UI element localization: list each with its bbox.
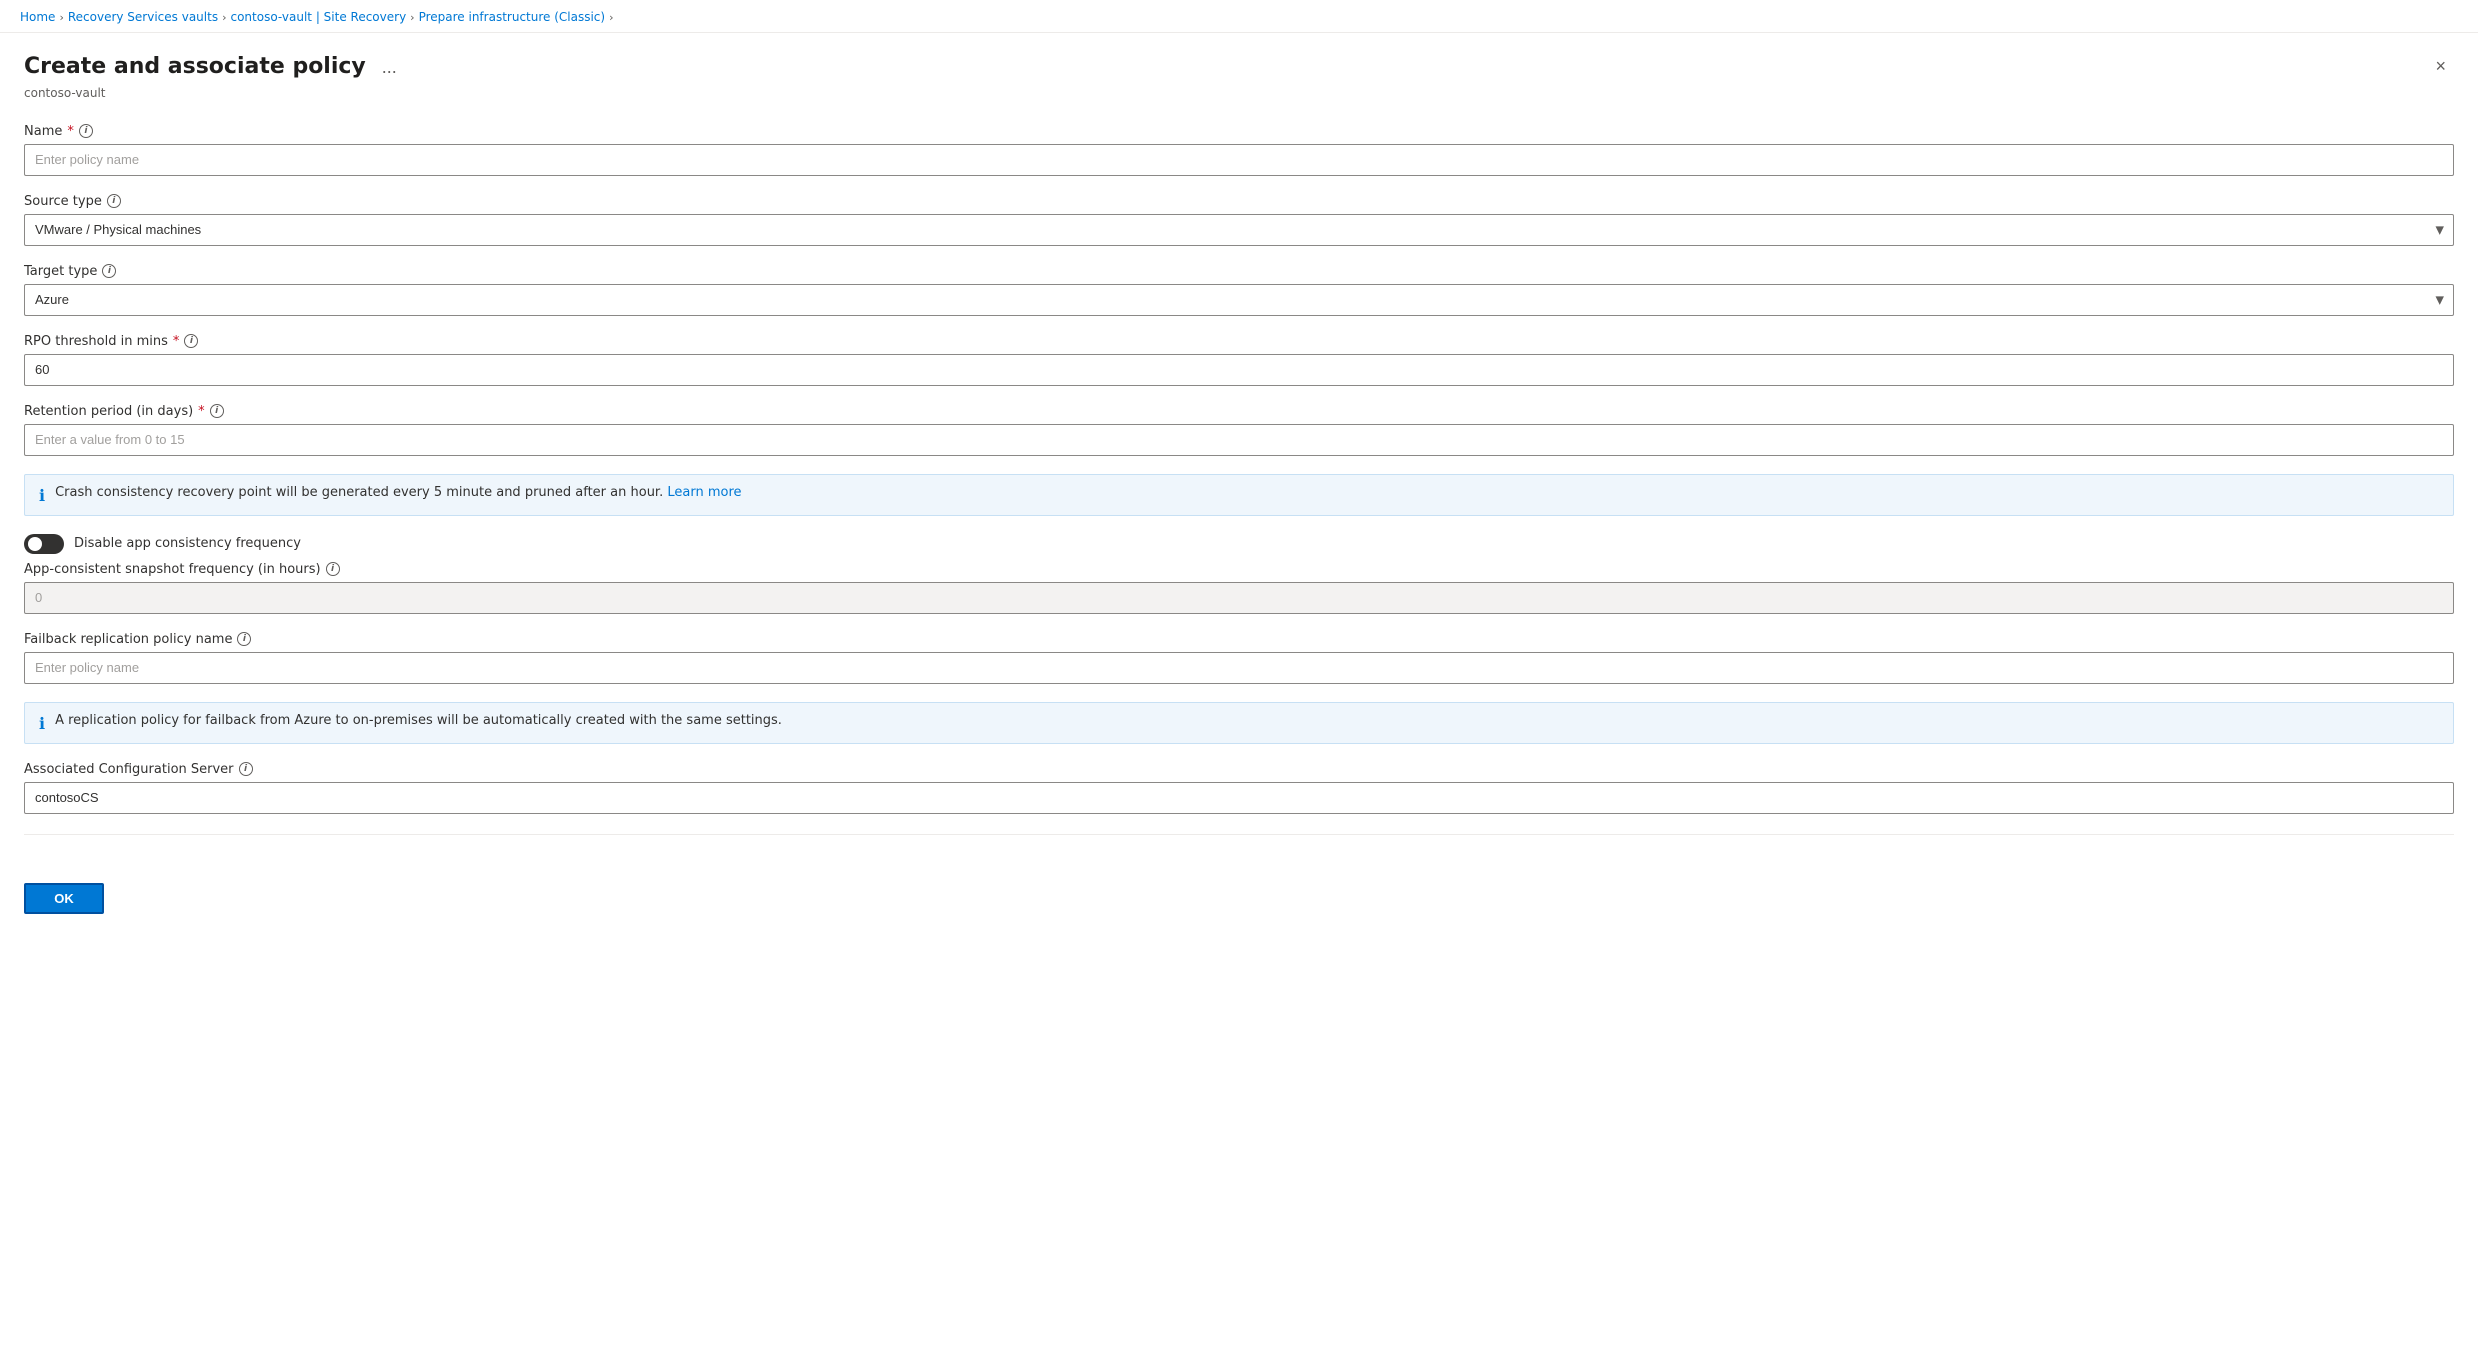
breadcrumb: Home › Recovery Services vaults › contos… bbox=[0, 0, 2478, 33]
target-type-label: Target type i bbox=[24, 264, 2454, 279]
breadcrumb-sep-1: › bbox=[59, 11, 63, 24]
associated-server-field-group: Associated Configuration Server i contos… bbox=[24, 762, 2454, 814]
crash-banner-text: Crash consistency recovery point will be… bbox=[55, 485, 741, 500]
rpo-input[interactable]: 60 bbox=[24, 354, 2454, 386]
toggle-track bbox=[24, 534, 64, 554]
app-consistency-toggle-row: Disable app consistency frequency bbox=[24, 534, 2454, 554]
ok-button[interactable]: OK bbox=[24, 883, 104, 914]
form-section: Name * i Source type i VMware / Physical… bbox=[24, 124, 2454, 914]
retention-info-icon: i bbox=[210, 404, 224, 418]
crash-info-banner: ℹ Crash consistency recovery point will … bbox=[24, 474, 2454, 516]
retention-field-group: Retention period (in days) * i bbox=[24, 404, 2454, 456]
close-button[interactable]: × bbox=[2427, 53, 2454, 79]
target-type-select[interactable]: Azure bbox=[24, 284, 2454, 316]
target-type-field-group: Target type i Azure ▼ bbox=[24, 264, 2454, 316]
toggle-thumb bbox=[28, 537, 42, 551]
rpo-required-star: * bbox=[173, 334, 180, 349]
associated-server-input[interactable]: contosoCS bbox=[24, 782, 2454, 814]
page-header: Create and associate policy ... × bbox=[24, 53, 2454, 82]
failback-banner-text: A replication policy for failback from A… bbox=[55, 713, 782, 728]
breadcrumb-prepare-infra[interactable]: Prepare infrastructure (Classic) bbox=[419, 10, 606, 24]
app-snapshot-label-text: App-consistent snapshot frequency (in ho… bbox=[24, 562, 321, 577]
form-divider bbox=[24, 834, 2454, 835]
associated-server-info-icon: i bbox=[239, 762, 253, 776]
crash-banner-info-icon: ℹ bbox=[39, 486, 45, 505]
failback-input[interactable] bbox=[24, 652, 2454, 684]
associated-server-label-text: Associated Configuration Server bbox=[24, 762, 234, 777]
name-label-text: Name bbox=[24, 124, 62, 139]
app-snapshot-label: App-consistent snapshot frequency (in ho… bbox=[24, 562, 2454, 577]
page-title: Create and associate policy bbox=[24, 53, 366, 82]
retention-input[interactable] bbox=[24, 424, 2454, 456]
app-consistency-toggle[interactable] bbox=[24, 534, 64, 554]
name-info-icon: i bbox=[79, 124, 93, 138]
source-type-select-wrapper: VMware / Physical machines Hyper-V ▼ bbox=[24, 214, 2454, 246]
breadcrumb-vault-site-recovery[interactable]: contoso-vault | Site Recovery bbox=[230, 10, 406, 24]
source-type-field-group: Source type i VMware / Physical machines… bbox=[24, 194, 2454, 246]
failback-label: Failback replication policy name i bbox=[24, 632, 2454, 647]
source-type-label-text: Source type bbox=[24, 194, 102, 209]
breadcrumb-sep-4: › bbox=[609, 11, 613, 24]
crash-banner-main-text: Crash consistency recovery point will be… bbox=[55, 485, 663, 500]
target-type-select-wrapper: Azure ▼ bbox=[24, 284, 2454, 316]
source-type-label: Source type i bbox=[24, 194, 2454, 209]
crash-banner-learn-more-link[interactable]: Learn more bbox=[667, 485, 741, 500]
app-snapshot-field-group: App-consistent snapshot frequency (in ho… bbox=[24, 562, 2454, 614]
app-snapshot-info-icon: i bbox=[326, 562, 340, 576]
target-type-info-icon: i bbox=[102, 264, 116, 278]
rpo-info-icon: i bbox=[184, 334, 198, 348]
name-label: Name * i bbox=[24, 124, 2454, 139]
retention-required-star: * bbox=[198, 404, 205, 419]
name-field-group: Name * i bbox=[24, 124, 2454, 176]
name-input[interactable] bbox=[24, 144, 2454, 176]
app-consistency-toggle-label: Disable app consistency frequency bbox=[74, 536, 301, 551]
rpo-field-group: RPO threshold in mins * i 60 bbox=[24, 334, 2454, 386]
target-type-label-text: Target type bbox=[24, 264, 97, 279]
page-subtitle: contoso-vault bbox=[24, 86, 2454, 100]
source-type-info-icon: i bbox=[107, 194, 121, 208]
source-type-select[interactable]: VMware / Physical machines Hyper-V bbox=[24, 214, 2454, 246]
breadcrumb-vaults[interactable]: Recovery Services vaults bbox=[68, 10, 218, 24]
ellipsis-button[interactable]: ... bbox=[376, 55, 403, 80]
failback-label-text: Failback replication policy name bbox=[24, 632, 232, 647]
page-title-group: Create and associate policy ... bbox=[24, 53, 403, 82]
retention-label: Retention period (in days) * i bbox=[24, 404, 2454, 419]
failback-field-group: Failback replication policy name i bbox=[24, 632, 2454, 684]
breadcrumb-sep-2: › bbox=[222, 11, 226, 24]
rpo-label: RPO threshold in mins * i bbox=[24, 334, 2454, 349]
name-required-star: * bbox=[67, 124, 74, 139]
button-row: OK bbox=[24, 867, 2454, 914]
breadcrumb-sep-3: › bbox=[410, 11, 414, 24]
app-snapshot-input[interactable]: 0 bbox=[24, 582, 2454, 614]
breadcrumb-home[interactable]: Home bbox=[20, 10, 55, 24]
associated-server-label: Associated Configuration Server i bbox=[24, 762, 2454, 777]
failback-banner-info-icon: ℹ bbox=[39, 714, 45, 733]
failback-info-icon: i bbox=[237, 632, 251, 646]
failback-info-banner: ℹ A replication policy for failback from… bbox=[24, 702, 2454, 744]
retention-label-text: Retention period (in days) bbox=[24, 404, 193, 419]
rpo-label-text: RPO threshold in mins bbox=[24, 334, 168, 349]
